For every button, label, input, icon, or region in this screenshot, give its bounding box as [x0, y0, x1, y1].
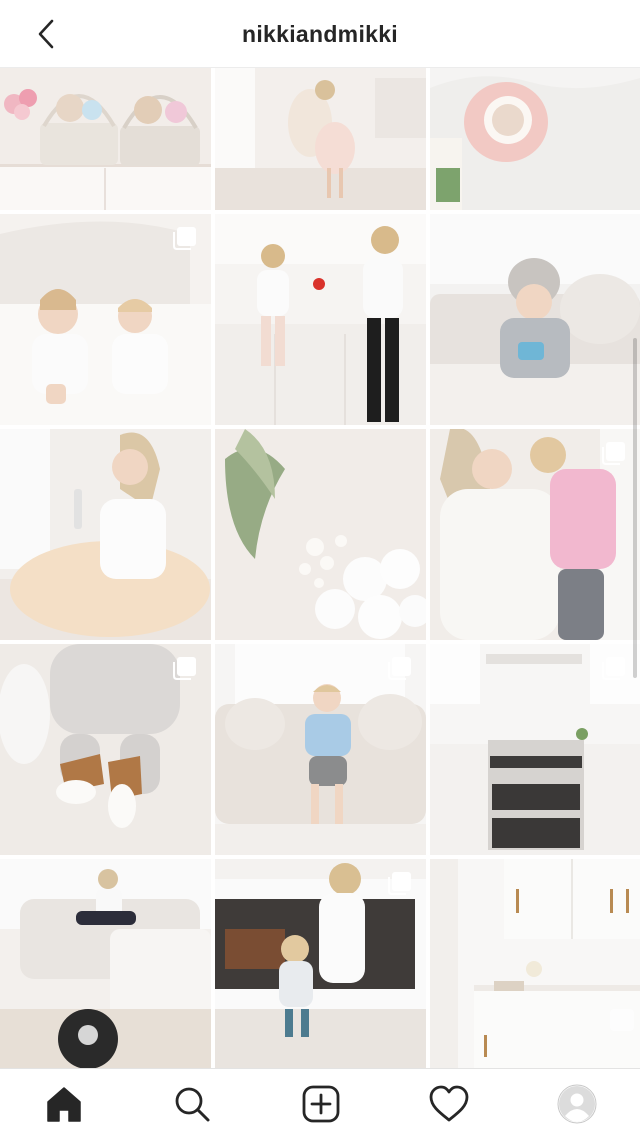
- multiple-photos-icon: [173, 657, 196, 680]
- multiple-photos-icon: [388, 872, 411, 895]
- post-mom-white-tutu[interactable]: [0, 429, 211, 640]
- post-kitchen-apple[interactable]: [215, 214, 426, 425]
- post-mom-hugging-daughter[interactable]: [430, 429, 640, 640]
- post-white-kitchen-stove[interactable]: [430, 644, 640, 855]
- post-white-roses-flatlay[interactable]: [215, 429, 426, 640]
- post-boy-on-sofa[interactable]: [430, 214, 640, 425]
- heart-icon: [429, 1085, 469, 1122]
- post-grid: [0, 68, 640, 1068]
- profile-header: nikkiandmikki: [0, 0, 640, 68]
- tab-home[interactable]: [40, 1081, 88, 1127]
- post-girls-tutu-dance[interactable]: [215, 68, 426, 210]
- post-kitchen-cabinets[interactable]: [430, 859, 640, 1068]
- multiple-photos-icon: [173, 227, 196, 250]
- multiple-photos-icon: [388, 657, 411, 680]
- bottom-tab-bar: [0, 1068, 640, 1138]
- profile-username[interactable]: nikkiandmikki: [0, 0, 640, 68]
- post-toddler-on-couch[interactable]: [215, 644, 426, 855]
- post-coffee-cup[interactable]: [430, 68, 640, 210]
- home-icon: [47, 1087, 81, 1122]
- post-living-room-robot-vacuum[interactable]: [0, 859, 211, 1068]
- tab-search[interactable]: [168, 1081, 216, 1127]
- multiple-photos-icon: [602, 442, 625, 465]
- tab-new-post[interactable]: [297, 1081, 345, 1127]
- post-easter-baskets[interactable]: [0, 68, 211, 210]
- avatar-icon: [557, 1084, 597, 1124]
- scrollbar-thumb[interactable]: [633, 338, 637, 678]
- tab-profile[interactable]: [553, 1081, 601, 1127]
- tab-activity[interactable]: [425, 1081, 473, 1127]
- add-post-icon: [302, 1085, 340, 1123]
- multiple-photos-icon: [602, 657, 625, 680]
- post-baby-shoes[interactable]: [0, 644, 211, 855]
- search-icon: [175, 1087, 210, 1122]
- post-kids-on-bed[interactable]: [0, 214, 211, 425]
- post-kids-by-fireplace[interactable]: [215, 859, 426, 1068]
